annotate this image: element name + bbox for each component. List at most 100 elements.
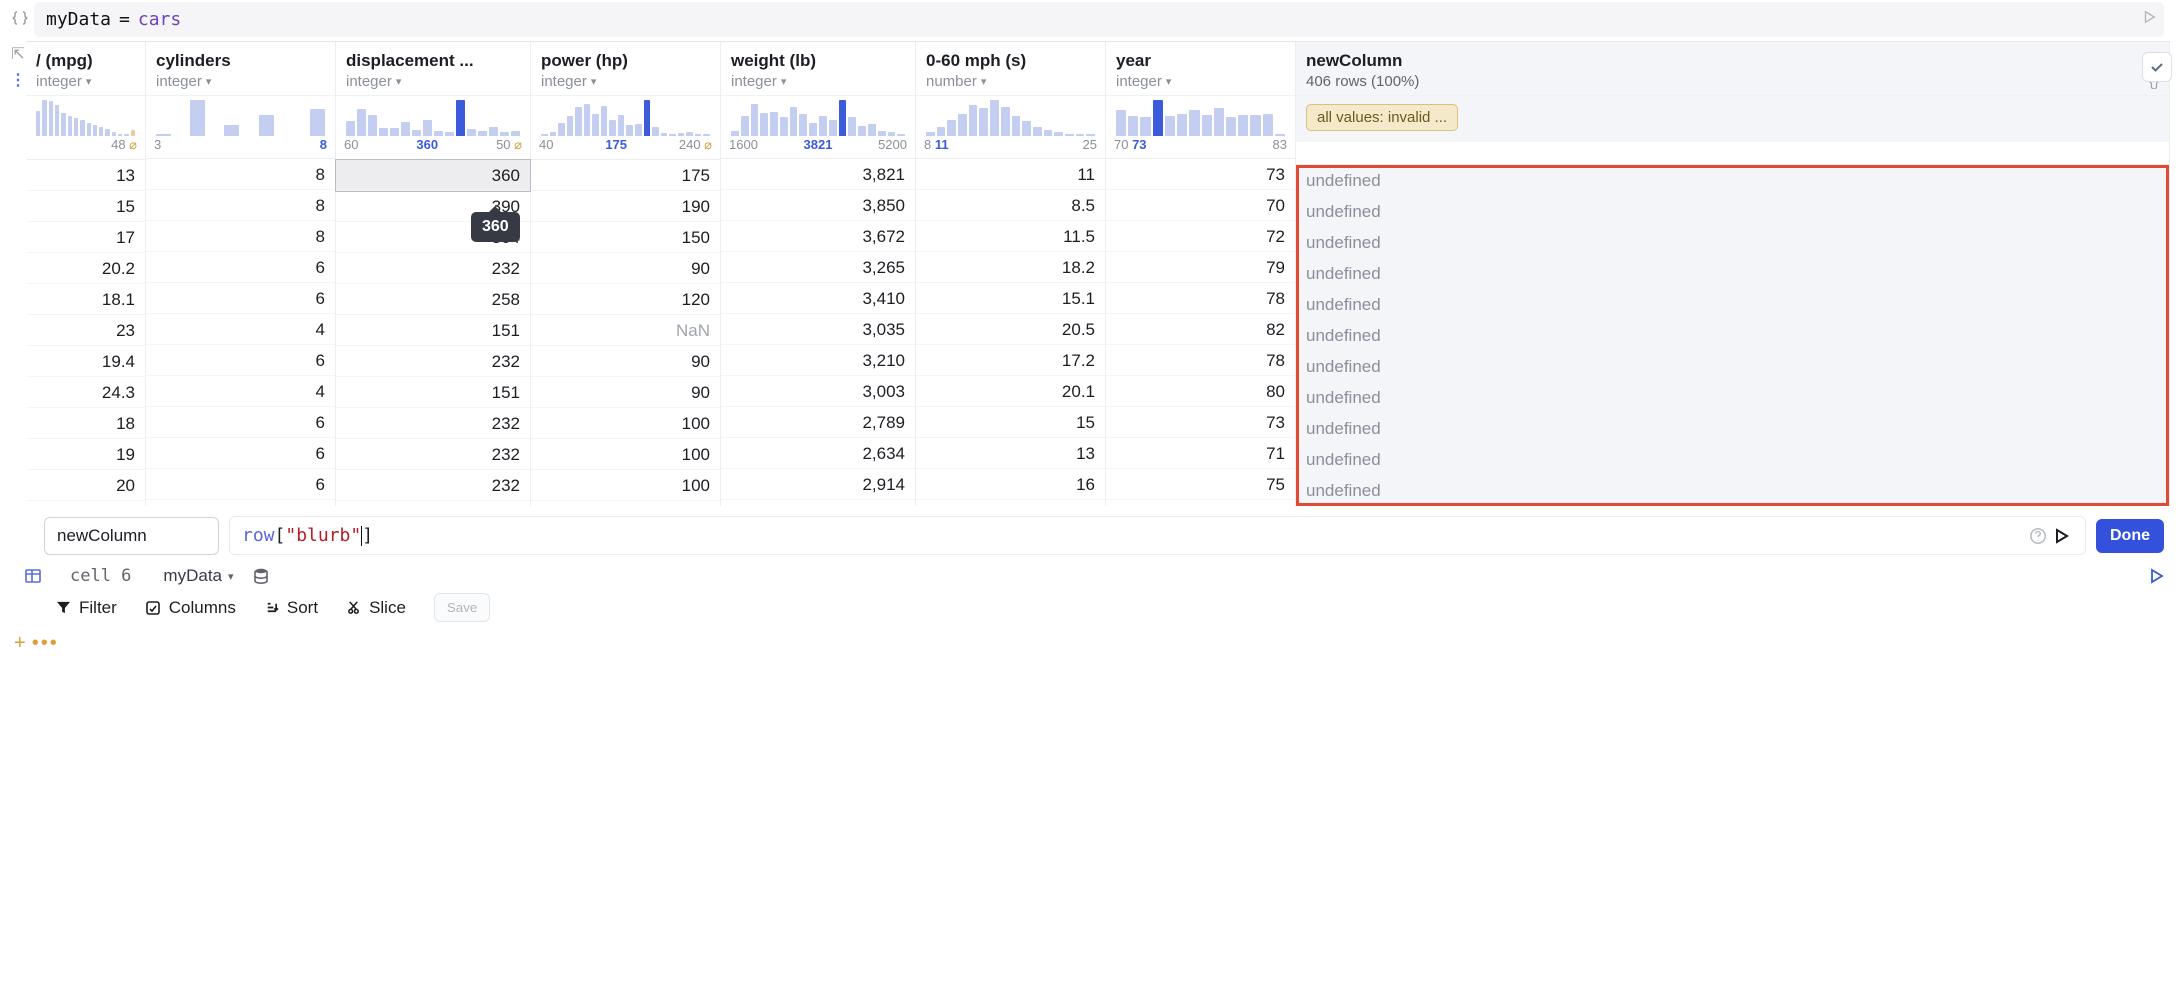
table-cell[interactable]: undefined (1296, 351, 2169, 382)
table-cell[interactable]: 15 (916, 407, 1105, 438)
table-cell[interactable]: 73 (1106, 159, 1295, 190)
column-header[interactable]: 0-60 mph (s)number ▾ (916, 42, 1105, 96)
table-cell[interactable]: 175 (531, 160, 720, 191)
histogram[interactable] (1106, 96, 1295, 136)
column-header[interactable]: newColumn406 rows (100%){} (1296, 42, 2169, 96)
table-cell[interactable]: 8 (146, 221, 335, 252)
table-cell[interactable]: 6 (146, 283, 335, 314)
table-cell[interactable]: 100 (531, 470, 720, 501)
table-cell[interactable]: 20 (26, 470, 145, 501)
column-name-input[interactable] (44, 517, 219, 555)
more-vert-icon[interactable]: ⋮ (10, 70, 26, 90)
histogram[interactable] (531, 96, 720, 136)
table-cell[interactable]: undefined (1296, 196, 2169, 227)
table-cell[interactable]: 190 (531, 191, 720, 222)
table-cell[interactable]: undefined (1296, 289, 2169, 320)
database-icon[interactable] (252, 567, 270, 585)
table-cell[interactable]: 3,210 (721, 345, 915, 376)
table-cell[interactable]: 151 (336, 377, 530, 408)
column-type[interactable]: integer ▾ (346, 73, 520, 90)
columns-button[interactable]: Columns (145, 598, 236, 618)
table-cell[interactable]: 100 (531, 408, 720, 439)
done-button[interactable]: Done (2096, 519, 2164, 553)
table-cell[interactable]: 4 (146, 314, 335, 345)
table-cell[interactable]: undefined (1296, 165, 2169, 196)
table-cell[interactable]: 19 (26, 439, 145, 470)
table-cell[interactable]: 20.1 (916, 376, 1105, 407)
table-cell[interactable]: 2,789 (721, 407, 915, 438)
column-type[interactable]: integer ▾ (1116, 73, 1285, 90)
table-cell[interactable]: 90 (531, 253, 720, 284)
table-cell[interactable]: 13 (916, 438, 1105, 469)
table-cell[interactable]: 79 (1106, 252, 1295, 283)
column-type[interactable]: integer ▾ (731, 73, 905, 90)
table-cell[interactable]: undefined (1296, 413, 2169, 444)
column-type[interactable]: integer ▾ (541, 73, 710, 90)
histogram[interactable] (26, 96, 145, 136)
table-cell[interactable]: 151 (336, 315, 530, 346)
table-cell[interactable]: 232 (336, 253, 530, 284)
table-cell[interactable]: 3,035 (721, 314, 915, 345)
table-cell[interactable]: 6 (146, 469, 335, 500)
column-header[interactable]: weight (lb)integer ▾ (721, 42, 915, 96)
slice-button[interactable]: Slice (346, 598, 406, 618)
run-icon[interactable] (2053, 528, 2069, 544)
table-cell[interactable]: 17.2 (916, 345, 1105, 376)
table-cell[interactable]: undefined (1296, 227, 2169, 258)
table-cell[interactable]: 72 (1106, 221, 1295, 252)
histogram[interactable] (721, 96, 915, 136)
column-type[interactable]: number ▾ (926, 73, 1095, 90)
table-cell[interactable]: 17 (26, 222, 145, 253)
table-cell[interactable]: 18 (26, 408, 145, 439)
table-cell[interactable]: 6 (146, 438, 335, 469)
column-header[interactable]: displacement ...integer ▾ (336, 42, 530, 96)
confirm-button[interactable] (2142, 52, 2172, 82)
table-cell[interactable]: 2,914 (721, 469, 915, 500)
histogram[interactable] (336, 96, 530, 136)
help-icon[interactable] (2029, 527, 2047, 545)
table-cell[interactable]: 3,672 (721, 221, 915, 252)
table-cell[interactable]: 90 (531, 346, 720, 377)
table-cell[interactable]: 232 (336, 408, 530, 439)
table-cell[interactable]: 6 (146, 345, 335, 376)
table-cell[interactable]: 3,410 (721, 283, 915, 314)
column-header[interactable]: power (hp)integer ▾ (531, 42, 720, 96)
collapse-icon[interactable]: ⇱ (11, 44, 24, 64)
sort-button[interactable]: Sort (264, 598, 318, 618)
column-header[interactable]: yearinteger ▾ (1106, 42, 1295, 96)
table-cell[interactable]: 13 (26, 160, 145, 191)
table-cell[interactable]: 8 (146, 159, 335, 190)
table-cell[interactable]: 120 (531, 284, 720, 315)
table-cell[interactable]: 2,634 (721, 438, 915, 469)
save-button[interactable]: Save (434, 593, 490, 622)
code-cell[interactable]: myData = cars (34, 2, 2164, 37)
table-cell[interactable]: 3,265 (721, 252, 915, 283)
table-cell[interactable]: undefined (1296, 475, 2169, 506)
table-cell[interactable]: 232 (336, 470, 530, 501)
table-cell[interactable]: undefined (1296, 444, 2169, 475)
play-icon[interactable] (2142, 10, 2156, 24)
add-cell-row[interactable]: + ••• (14, 632, 2182, 655)
play-outline-icon[interactable] (2148, 568, 2164, 584)
table-cell[interactable]: 80 (1106, 376, 1295, 407)
table-cell[interactable]: 3,821 (721, 159, 915, 190)
dataset-selector[interactable]: myData ▾ (163, 566, 233, 586)
table-cell[interactable]: 150 (531, 222, 720, 253)
table-cell[interactable]: 73 (1106, 407, 1295, 438)
invalid-badge[interactable]: all values: invalid ... (1306, 104, 1458, 131)
histogram[interactable] (146, 96, 335, 136)
table-cell[interactable]: 71 (1106, 438, 1295, 469)
table-cell[interactable]: 100 (531, 439, 720, 470)
column-type[interactable]: integer ▾ (156, 73, 325, 90)
table-cell[interactable]: 232 (336, 346, 530, 377)
table-cell[interactable]: 3,003 (721, 376, 915, 407)
table-cell[interactable]: 90 (531, 377, 720, 408)
table-cell[interactable]: 19.4 (26, 346, 145, 377)
table-cell[interactable]: 78 (1106, 283, 1295, 314)
table-cell[interactable]: 18.2 (916, 252, 1105, 283)
table-cell[interactable]: 20.2 (26, 253, 145, 284)
column-header[interactable]: cylindersinteger ▾ (146, 42, 335, 96)
table-cell[interactable]: 8 (146, 190, 335, 221)
table-cell[interactable]: 6 (146, 407, 335, 438)
histogram[interactable] (916, 96, 1105, 136)
